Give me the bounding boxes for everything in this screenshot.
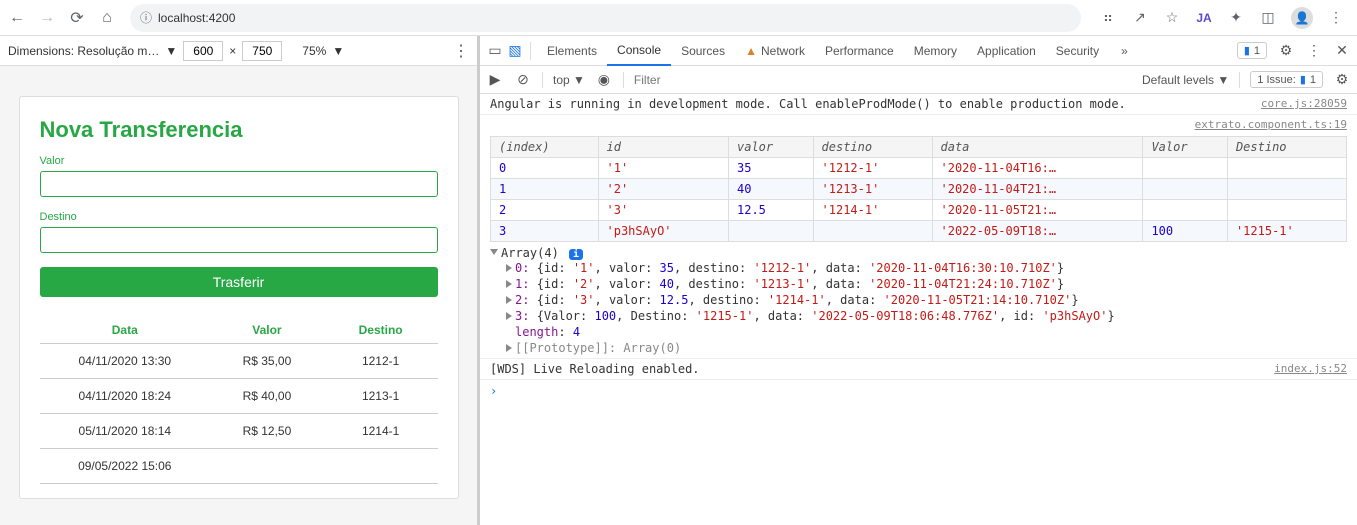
issues-chip[interactable]: 1 Issue: ▮1 [1250,71,1323,88]
profile-avatar[interactable]: 👤 [1291,7,1313,29]
table-row: 04/11/2020 13:30R$ 35,001212-1 [40,344,438,379]
array-item-toggle[interactable]: 1: {id: '2', valor: 40, destino: '1213-1… [490,276,1347,292]
console-settings-icon[interactable]: ⚙ [1333,71,1351,89]
star-icon[interactable]: ☆ [1163,9,1181,27]
array-item-toggle[interactable]: 2: {id: '3', valor: 12.5, destino: '1214… [490,292,1347,308]
devtools-menu-icon[interactable]: ⋮ [1305,42,1323,60]
device-menu-icon[interactable]: ⋮ [453,41,469,61]
console-table: (index)idvalordestinodataValorDestino 0'… [490,136,1347,242]
extensions-icon[interactable]: ✦ [1227,9,1245,27]
devtools-more-tabs[interactable]: » [1111,36,1138,66]
dimensions-label: Dimensions: Resolução m… [8,44,159,58]
width-input[interactable] [183,41,223,61]
context-selector[interactable]: top ▼ [553,73,585,87]
th-data: Data [40,317,211,344]
log-levels-selector[interactable]: Default levels ▼ [1142,73,1229,87]
zoom-dropdown-icon[interactable]: ▼ [332,44,344,58]
url-text: localhost:4200 [158,11,235,25]
devtools-tab-application[interactable]: Application [967,36,1046,66]
table-row: 09/05/2022 15:06 [40,449,438,484]
table-row: 04/11/2020 18:24R$ 40,001213-1 [40,379,438,414]
form-title: Nova Transferencia [40,117,438,143]
valor-input[interactable] [40,171,438,197]
th-valor: Valor [210,317,324,344]
back-button[interactable]: ← [6,7,28,29]
destino-input[interactable] [40,227,438,253]
array-expand-toggle[interactable]: Array(4) i [490,246,1347,260]
forward-button[interactable]: → [36,7,58,29]
console-table-row: 2'3'12.5'1214-1''2020-11-05T21:… [491,200,1347,221]
live-expression-icon[interactable]: ◉ [595,71,613,89]
site-info-icon[interactable]: ⓘ [140,9,152,26]
device-toggle-icon[interactable]: ▧ [506,42,524,60]
devtools-tab-performance[interactable]: Performance [815,36,904,66]
devtools-tab-elements[interactable]: Elements [537,36,607,66]
home-button[interactable]: ⌂ [96,7,118,29]
side-panel-icon[interactable]: ◫ [1259,9,1277,27]
table-row: 05/11/2020 18:14R$ 12,501214-1 [40,414,438,449]
prototype-toggle[interactable]: [[Prototype]]: Array(0) [490,340,1347,356]
reload-button[interactable]: ⟳ [66,7,88,29]
browser-menu-icon[interactable]: ⋮ [1327,9,1345,27]
console-prompt[interactable]: › [480,380,1357,402]
browser-toolbar: ← → ⟳ ⌂ ⓘ localhost:4200 ⠶ ↗ ☆ JA ✦ ◫ 👤 … [0,0,1357,36]
console-message: [WDS] Live Reloading enabled. [490,362,1274,376]
share-icon[interactable]: ↗ [1131,9,1149,27]
console-clear-icon[interactable]: ⊘ [514,71,532,89]
devtools-tab-memory[interactable]: Memory [904,36,967,66]
devtools-tab-security[interactable]: Security [1046,36,1109,66]
inspect-icon[interactable]: ▭ [486,42,504,60]
th-destino: Destino [324,317,438,344]
devtools-tab-console[interactable]: Console [607,36,671,66]
console-table-row: 0'1'35'1212-1''2020-11-04T16:… [491,158,1347,179]
translate-icon[interactable]: ⠶ [1099,9,1117,27]
console-source-link[interactable]: index.js:52 [1274,362,1347,375]
devtools-panel: ▭ ▧ ElementsConsoleSources▲NetworkPerfor… [480,36,1357,525]
console-source-link[interactable]: core.js:28059 [1261,97,1347,110]
messages-chip[interactable]: ▮1 [1237,42,1267,59]
console-source-link[interactable]: extrato.component.ts:19 [1195,118,1347,131]
height-input[interactable] [242,41,282,61]
extension-ja-icon[interactable]: JA [1195,9,1213,27]
device-toolbar: Dimensions: Resolução m… ▼ × 75% ▼ ⋮ [0,36,477,66]
valor-label: Valor [40,155,438,167]
console-table-row: 1'2'40'1213-1''2020-11-04T21:… [491,179,1347,200]
devtools-close-icon[interactable]: ✕ [1333,42,1351,60]
devtools-tab-sources[interactable]: Sources [671,36,735,66]
devtools-tab-network[interactable]: ▲Network [735,36,815,66]
console-play-icon[interactable]: ▶ [486,71,504,89]
url-bar[interactable]: ⓘ localhost:4200 [130,4,1081,32]
array-item-toggle[interactable]: 3: {Valor: 100, Destino: '1215-1', data:… [490,308,1347,324]
transfer-button[interactable]: Trasferir [40,267,438,297]
console-filter-input[interactable] [634,70,1132,90]
console-message: Angular is running in development mode. … [490,97,1261,111]
devtools-settings-icon[interactable]: ⚙ [1277,42,1295,60]
array-item-toggle[interactable]: 0: {id: '1', valor: 35, destino: '1212-1… [490,260,1347,276]
dimensions-dropdown-icon[interactable]: ▼ [165,44,177,58]
destino-label: Destino [40,211,438,223]
app-card: Nova Transferencia Valor Destino Trasfer… [19,96,459,499]
extrato-table: Data Valor Destino 04/11/2020 13:30R$ 35… [40,317,438,484]
console-table-row: 3'p3hSAyO''2022-05-09T18:…100'1215-1' [491,221,1347,242]
zoom-label: 75% [302,44,326,58]
